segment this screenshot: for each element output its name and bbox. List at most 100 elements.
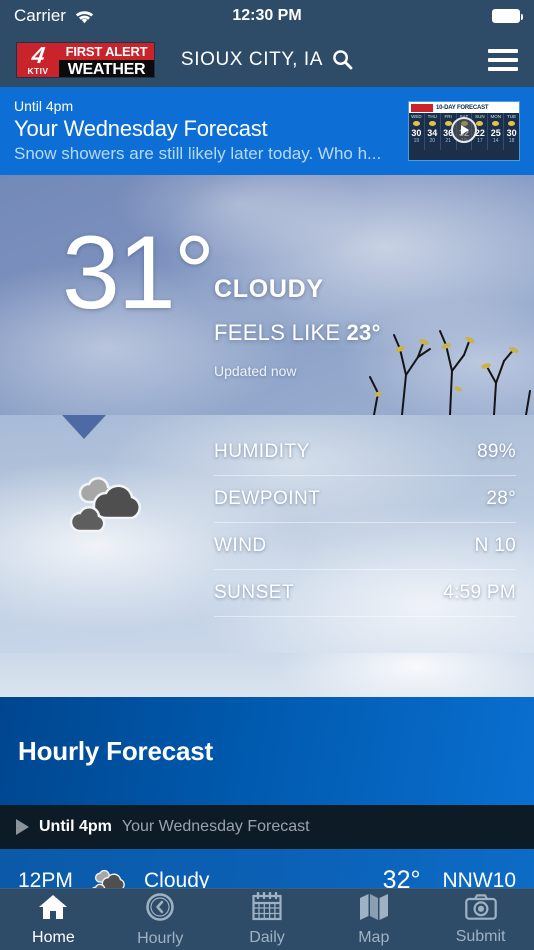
banner-text: Until 4pm Your Wednesday Forecast Snow s… bbox=[14, 97, 408, 165]
thumbnail-day-column: MON 25 14 bbox=[488, 113, 505, 150]
thumbnail-low-temp: 21 bbox=[445, 138, 451, 144]
search-icon[interactable] bbox=[332, 49, 353, 70]
feels-like-label: FEELS LIKE bbox=[214, 320, 341, 345]
hourly-video-bar[interactable]: Until 4pm Your Wednesday Forecast bbox=[0, 805, 534, 849]
detail-rows: HUMIDITY 89% DEWPOINT 28° WIND N 10 SUNSET 4:59… bbox=[214, 429, 516, 617]
thumbnail-low-temp: 14 bbox=[492, 138, 499, 144]
logo-weather: WEATHER bbox=[59, 59, 154, 77]
camera-icon bbox=[464, 893, 497, 925]
thumbnail-weather-icon bbox=[428, 121, 436, 126]
wifi-icon bbox=[75, 10, 94, 23]
thumbnail-low-temp: 18 bbox=[508, 138, 515, 144]
current-condition: CLOUDY bbox=[214, 275, 324, 303]
logo-channel-number: 4 bbox=[30, 41, 46, 68]
panel-notch bbox=[62, 415, 106, 439]
thumbnail-weather-icon bbox=[412, 121, 420, 126]
detail-value: 89% bbox=[477, 441, 516, 462]
hamburger-menu-icon[interactable] bbox=[488, 48, 518, 71]
current-details-panel: HUMIDITY 89% DEWPOINT 28° WIND N 10 SUNSET 4:59… bbox=[0, 415, 534, 653]
video-title-label: Your Wednesday Forecast bbox=[121, 818, 310, 835]
calendar-icon bbox=[252, 891, 282, 926]
tab-label: Home bbox=[32, 928, 75, 946]
banner-kicker: Until 4pm bbox=[14, 98, 74, 114]
map-icon bbox=[359, 893, 389, 926]
thumbnail-day-column: THU 34 20 bbox=[425, 113, 441, 150]
current-temperature: 31° bbox=[62, 215, 215, 331]
bottom-tab-bar: Home Hourly Daily Map Submit bbox=[0, 888, 534, 950]
thumbnail-weather-icon bbox=[508, 121, 516, 126]
cloud-spacer bbox=[0, 653, 534, 697]
featured-video-banner[interactable]: Until 4pm Your Wednesday Forecast Snow s… bbox=[0, 87, 534, 175]
status-bar-left: Carrier bbox=[14, 6, 95, 26]
thumbnail-low-temp: 19 bbox=[413, 138, 420, 144]
tab-hourly[interactable]: Hourly bbox=[107, 889, 214, 950]
branches-decoration bbox=[369, 330, 531, 415]
play-icon[interactable] bbox=[451, 116, 477, 143]
detail-value: 28° bbox=[486, 488, 516, 509]
hamburger-bar bbox=[488, 66, 518, 71]
logo-channel-block: 4 KTIV bbox=[17, 41, 59, 77]
thumbnail-day-label: WED bbox=[411, 114, 422, 119]
thumbnail-high-temp: 30 bbox=[506, 128, 517, 138]
tab-label: Hourly bbox=[137, 929, 184, 947]
cloudy-icon bbox=[69, 477, 141, 533]
thumbnail-high-temp: 34 bbox=[427, 128, 438, 138]
updated-timestamp: Updated now bbox=[214, 363, 297, 379]
tab-label: Map bbox=[358, 928, 390, 946]
status-bar-right bbox=[492, 9, 523, 23]
home-icon bbox=[38, 893, 68, 926]
tab-label: Daily bbox=[249, 929, 285, 946]
banner-title: Your Wednesday Forecast bbox=[14, 116, 268, 141]
thumbnail-day-label: FRI bbox=[444, 114, 452, 119]
detail-row: SUNSET 4:59 PM bbox=[214, 570, 516, 617]
status-bar: Carrier 12:30 PM bbox=[0, 0, 534, 32]
banner-subtitle: Snow showers are still likely later toda… bbox=[14, 144, 382, 163]
thumbnail-day-column: TUE 30 18 bbox=[504, 113, 519, 150]
detail-row: WIND N 10 bbox=[214, 523, 516, 570]
thumbnail-footer bbox=[409, 150, 519, 160]
battery-full-icon bbox=[492, 9, 523, 23]
tab-submit[interactable]: Submit bbox=[427, 889, 534, 950]
detail-label: HUMIDITY bbox=[214, 441, 310, 462]
hamburger-bar bbox=[488, 57, 518, 62]
tab-map[interactable]: Map bbox=[320, 889, 427, 950]
detail-label: DEWPOINT bbox=[214, 488, 321, 509]
logo-first-alert: FIRST ALERT bbox=[59, 42, 154, 60]
thumbnail-weather-icon bbox=[492, 121, 500, 126]
thumbnail-day-label: SUN bbox=[475, 114, 485, 119]
station-logo[interactable]: 4 KTIV FIRST ALERT WEATHER bbox=[16, 41, 155, 78]
detail-label: SUNSET bbox=[214, 582, 295, 603]
play-icon[interactable] bbox=[16, 819, 29, 835]
video-time-label: Until 4pm bbox=[39, 818, 112, 835]
detail-label: WIND bbox=[214, 535, 267, 556]
thumbnail-day-column: WED 30 19 bbox=[409, 113, 425, 150]
clock-icon bbox=[145, 892, 175, 927]
thumbnail-low-temp: 17 bbox=[477, 138, 483, 144]
detail-value: N 10 bbox=[474, 535, 516, 556]
app-header: 4 KTIV FIRST ALERT WEATHER SIOUX CITY, I… bbox=[0, 32, 534, 87]
weather-app: Carrier 12:30 PM 4 KTIV FIRST ALERT WEAT… bbox=[0, 0, 534, 950]
detail-row: HUMIDITY 89% bbox=[214, 429, 516, 476]
thumbnail-header: 10-DAY FORECAST bbox=[409, 102, 519, 113]
thumbnail-title: 10-DAY FORECAST bbox=[436, 104, 489, 111]
current-conditions-hero: 31° CLOUDY FEELS LIKE 23° Updated now bbox=[0, 175, 534, 415]
thumbnail-day-label: THU bbox=[427, 114, 437, 119]
hamburger-bar bbox=[488, 48, 518, 53]
thumbnail-low-temp: 20 bbox=[429, 138, 436, 144]
logo-text-block: FIRST ALERT WEATHER bbox=[59, 42, 154, 77]
thumbnail-day-label: TUE bbox=[507, 114, 517, 119]
thumbnail-day-label: MON bbox=[490, 114, 501, 119]
thumbnail-high-temp: 25 bbox=[490, 128, 501, 138]
tab-label: Submit bbox=[455, 927, 506, 945]
carrier-label: Carrier bbox=[14, 6, 66, 25]
tab-home[interactable]: Home bbox=[0, 889, 107, 950]
detail-value: 4:59 PM bbox=[443, 582, 516, 603]
hourly-forecast-title: Hourly Forecast bbox=[18, 735, 213, 766]
hourly-forecast-header: Hourly Forecast bbox=[0, 697, 534, 805]
tab-daily[interactable]: Daily bbox=[214, 889, 321, 950]
city-label: SIOUX CITY, IA bbox=[180, 48, 324, 70]
video-thumbnail[interactable]: 10-DAY FORECAST WED3019THU3420FRI3621SAT… bbox=[408, 101, 520, 161]
detail-row: DEWPOINT 28° bbox=[214, 476, 516, 523]
thumbnail-logo-icon bbox=[411, 103, 433, 112]
thumbnail-weather-icon bbox=[476, 121, 484, 126]
